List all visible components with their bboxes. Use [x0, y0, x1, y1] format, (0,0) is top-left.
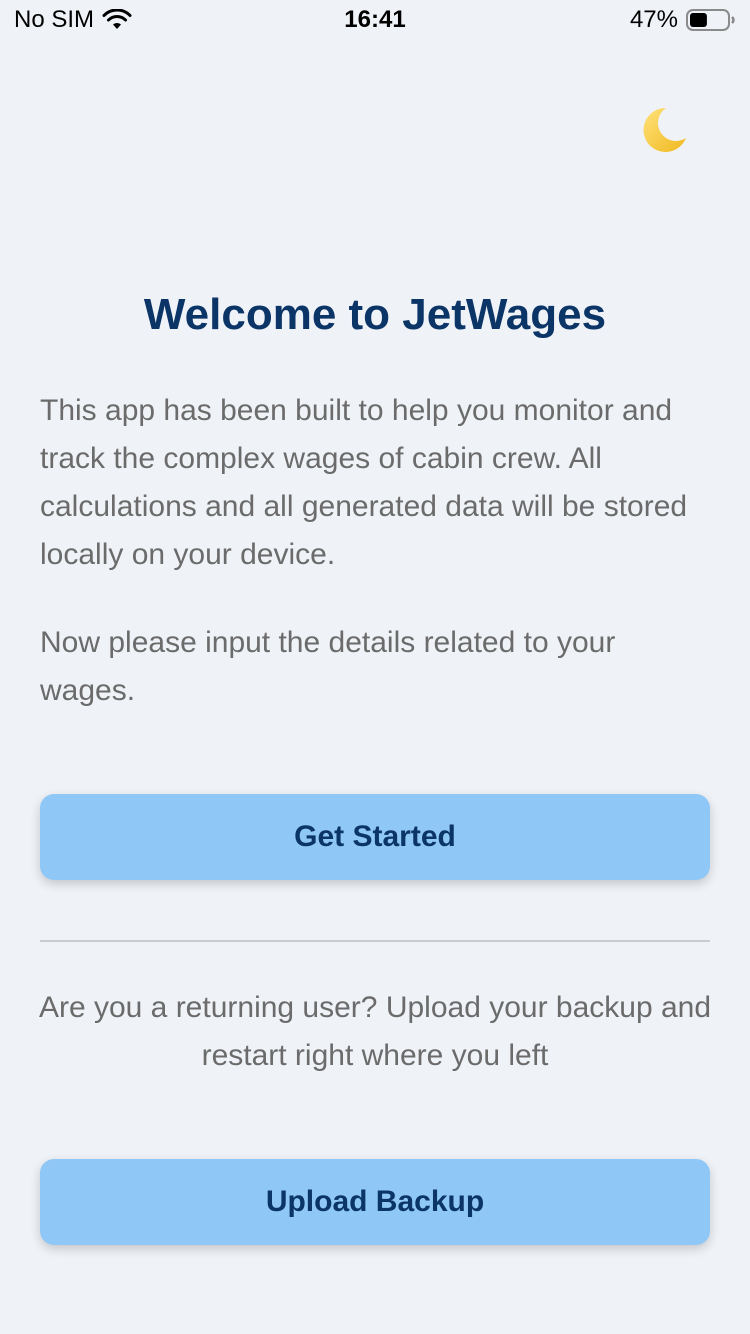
- battery-icon: [686, 9, 735, 31]
- instruction-text: Now please input the details related to …: [40, 626, 616, 707]
- battery-percent: 47%: [629, 6, 678, 33]
- get-started-button[interactable]: Get Started: [40, 794, 710, 880]
- theme-toggle-button[interactable]: [636, 104, 692, 156]
- page-title: Welcome to JetWages: [143, 290, 607, 339]
- status-bar: No SIM 16:41 47%: [0, 0, 750, 40]
- returning-user-text: Are you a returning user? Upload your ba…: [38, 991, 712, 1072]
- battery-status: 47%: [630, 6, 736, 34]
- divider: [40, 940, 710, 942]
- crescent-moon-icon: [643, 107, 686, 152]
- intro-text: This app has been built to help you moni…: [40, 394, 688, 571]
- upload-backup-button[interactable]: Upload Backup: [40, 1159, 710, 1245]
